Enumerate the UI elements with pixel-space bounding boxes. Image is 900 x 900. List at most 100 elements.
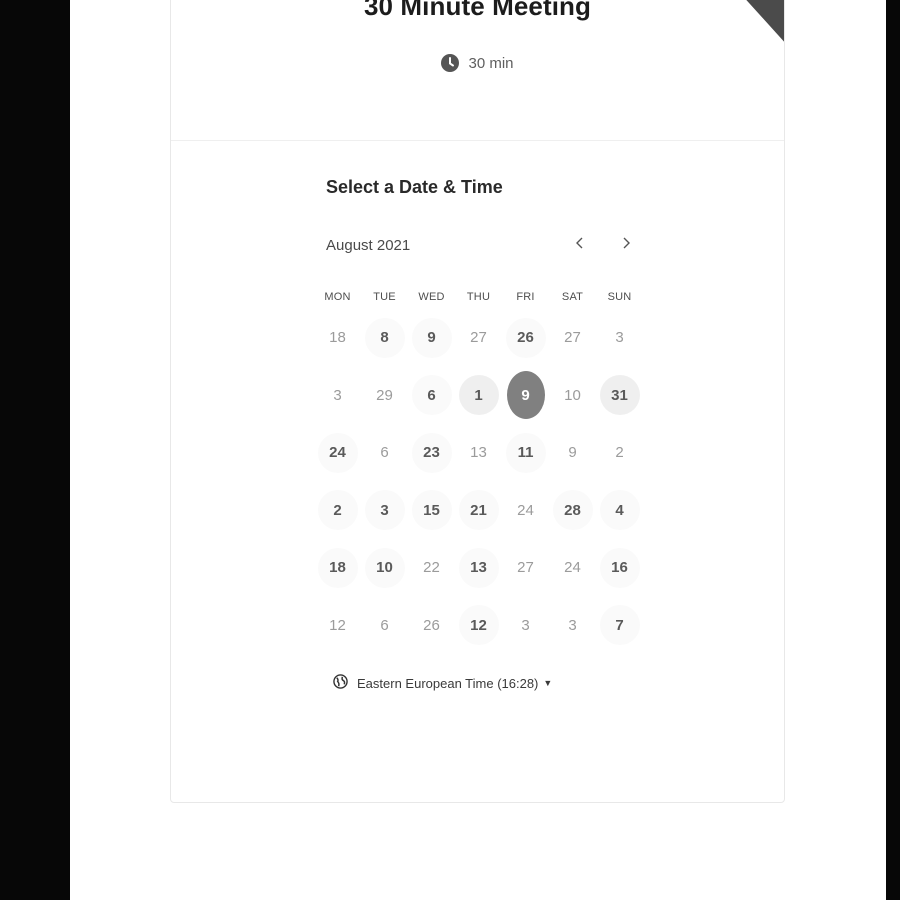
available-day-button[interactable]: 21 (455, 482, 502, 540)
available-day-button[interactable]: 2 (314, 482, 361, 540)
unavailable-day: 13 (455, 424, 502, 482)
day-number: 18 (329, 329, 346, 347)
day-number: 3 (333, 386, 342, 404)
chevron-right-icon (621, 236, 631, 255)
unavailable-day: 27 (549, 309, 596, 367)
available-day-button[interactable]: 31 (596, 367, 643, 425)
day-number: 27 (564, 329, 581, 347)
day-number: 9 (506, 371, 545, 420)
caret-down-icon: ▼ (543, 678, 553, 688)
weekday-label: TUE (373, 291, 396, 303)
unavailable-day: 29 (361, 367, 408, 425)
weekday-label: MON (324, 291, 351, 303)
unavailable-day: 27 (502, 539, 549, 597)
available-day-button[interactable]: 15 (408, 482, 455, 540)
available-day-button[interactable]: 8 (361, 309, 408, 367)
section-title: Select a Date & Time (326, 177, 503, 197)
available-day-button[interactable]: 28 (549, 482, 596, 540)
day-number: 23 (411, 432, 452, 473)
previous-month-button[interactable] (566, 231, 594, 259)
available-day-button[interactable]: 7 (596, 597, 643, 655)
selected-day-button[interactable]: 9 (502, 367, 549, 425)
day-number: 24 (317, 432, 358, 473)
available-day-button[interactable]: 13 (455, 539, 502, 597)
duration-label: 30 min (468, 54, 514, 72)
unavailable-day: 26 (408, 597, 455, 655)
day-number: 8 (364, 317, 405, 358)
day-number: 28 (552, 490, 593, 531)
weekday-label: SAT (561, 291, 584, 303)
divider (171, 140, 784, 141)
day-number: 22 (423, 559, 440, 577)
day-number: 18 (317, 547, 358, 588)
day-number: 10 (364, 547, 405, 588)
unavailable-day: 24 (549, 539, 596, 597)
day-number: 24 (564, 559, 581, 577)
available-day-button[interactable]: 4 (596, 482, 643, 540)
weekday-label: FRI (516, 291, 535, 303)
event-duration: 30 min (171, 54, 784, 72)
unavailable-day: 12 (314, 597, 361, 655)
available-day-button[interactable]: 16 (596, 539, 643, 597)
available-day-button[interactable]: 23 (408, 424, 455, 482)
unavailable-day: 3 (549, 597, 596, 655)
day-number: 3 (615, 329, 624, 347)
available-day-button[interactable]: 24 (314, 424, 361, 482)
available-day-button[interactable]: 12 (455, 597, 502, 655)
day-number: 9 (411, 317, 452, 358)
unavailable-day: 10 (549, 367, 596, 425)
month-label: August 2021 (326, 237, 411, 254)
day-number: 2 (615, 444, 624, 462)
day-number: 26 (423, 616, 440, 634)
day-number: 6 (380, 616, 389, 634)
day-number: 21 (458, 490, 499, 531)
unavailable-day: 3 (502, 597, 549, 655)
booking-page: 30 Minute Meeting 30 min Select a Date &… (70, 0, 886, 900)
day-number: 3 (568, 616, 577, 634)
day-number: 12 (329, 616, 346, 634)
day-number: 27 (470, 329, 487, 347)
available-day-button[interactable]: 3 (361, 482, 408, 540)
chevron-left-icon (575, 236, 585, 255)
next-month-button[interactable] (612, 231, 640, 259)
day-number: 29 (376, 386, 393, 404)
day-number: 15 (411, 490, 452, 531)
day-number: 12 (458, 605, 499, 646)
unavailable-day: 2 (596, 424, 643, 482)
day-number: 2 (317, 490, 358, 531)
available-day-button[interactable]: 11 (502, 424, 549, 482)
unavailable-day: 24 (502, 482, 549, 540)
unavailable-day: 6 (361, 424, 408, 482)
unavailable-day: 27 (455, 309, 502, 367)
day-number: 31 (599, 375, 640, 416)
day-number: 26 (505, 317, 546, 358)
available-day-button[interactable]: 18 (314, 539, 361, 597)
day-number: 13 (470, 444, 487, 462)
unavailable-day: 9 (549, 424, 596, 482)
day-number: 1 (458, 375, 499, 416)
day-number: 11 (505, 432, 546, 473)
unavailable-day: 3 (314, 367, 361, 425)
unavailable-day: 3 (596, 309, 643, 367)
available-day-button[interactable]: 9 (408, 309, 455, 367)
unavailable-day: 22 (408, 539, 455, 597)
event-title: 30 Minute Meeting (363, 0, 592, 21)
available-day-button[interactable]: 6 (408, 367, 455, 425)
weekday-header: MON TUE WED THU FRI SAT SUN (314, 291, 644, 303)
available-day-button[interactable]: 10 (361, 539, 408, 597)
day-number: 10 (564, 386, 581, 404)
day-number: 27 (517, 559, 534, 577)
weekday-label: SUN (607, 291, 632, 303)
day-number: 3 (364, 490, 405, 531)
unavailable-day: 6 (361, 597, 408, 655)
day-number: 9 (568, 444, 577, 462)
day-number: 7 (599, 605, 640, 646)
unavailable-day: 18 (314, 309, 361, 367)
day-number: 24 (517, 501, 534, 519)
timezone-selector[interactable]: Eastern European Time (16:28) ▼ (333, 674, 552, 692)
available-day-button[interactable]: 1 (455, 367, 502, 425)
clock-icon (441, 54, 460, 72)
available-day-button[interactable]: 26 (502, 309, 549, 367)
day-number: 6 (411, 375, 452, 416)
weekday-label: WED (418, 291, 445, 303)
